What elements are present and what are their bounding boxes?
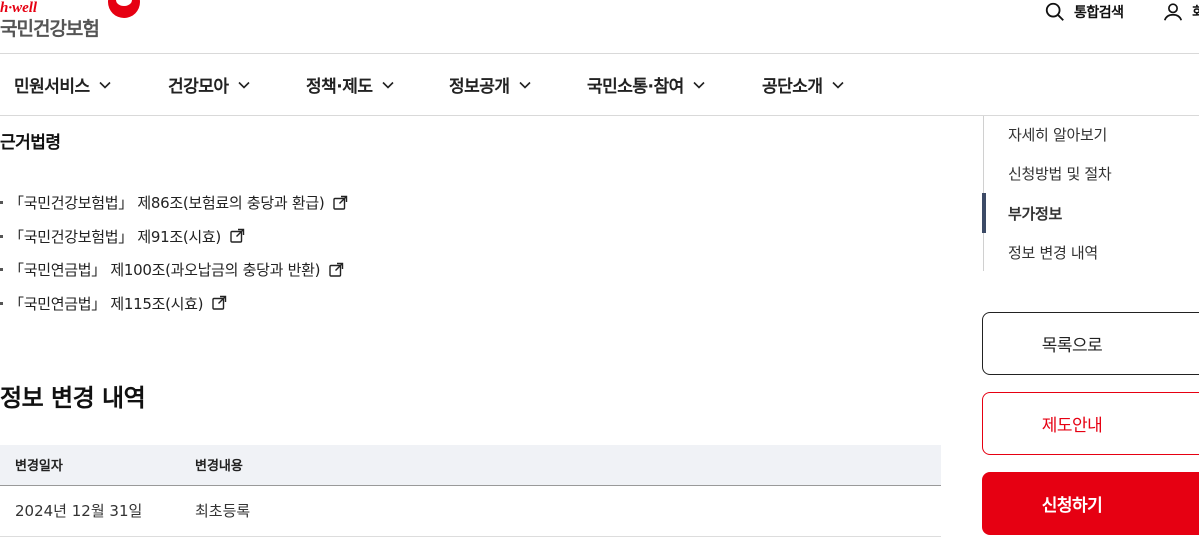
user-icon [1163, 3, 1183, 21]
gnb-label: 국민소통·참여 [587, 77, 684, 97]
external-link-icon [230, 229, 245, 243]
table-header-row: 변경일자 변경내용 [0, 445, 941, 486]
chevron-down-icon [693, 81, 705, 89]
bullet-icon [0, 234, 3, 238]
bullet-icon [0, 301, 3, 305]
chevron-down-icon [237, 81, 250, 89]
side-item-additional-info[interactable]: 부가정보 [1008, 203, 1062, 224]
user-menu-button[interactable]: 회 [1162, 0, 1199, 24]
side-item-change-history[interactable]: 정보 변경 내역 [1008, 242, 1098, 263]
gnb-item-about[interactable]: 공단소개 [762, 72, 845, 97]
cell-change-content: 최초등록 [180, 485, 941, 537]
law-link-text: 「국민연금법」 제100조(과오납금의 충당과 반환) [9, 261, 321, 280]
gnb-label: 민원서비스 [14, 77, 90, 97]
column-header-date: 변경일자 [0, 445, 180, 486]
chevron-down-icon [381, 81, 394, 89]
site-header: h·well 국민건강보험 통합검색 회 [0, 0, 1199, 54]
law-link-text: 「국민건강보험법」 제86조(보험료의 충당과 환급) [9, 194, 325, 213]
cell-change-date: 2024년 12월 31일 [0, 485, 180, 537]
logo-mark-icon [108, 0, 140, 18]
gnb-label: 정책·제도 [306, 77, 373, 97]
column-header-content: 변경내용 [180, 445, 941, 486]
system-guide-button[interactable]: 제도안내 [982, 392, 1199, 455]
law-list: 「국민건강보험법」 제86조(보험료의 충당과 환급) 「국민건강보험법」 제9… [0, 186, 348, 320]
law-link[interactable]: 「국민연금법」 제100조(과오납금의 충당과 반환) [0, 253, 348, 287]
gnb-label: 정보공개 [449, 77, 510, 97]
external-link-icon [212, 296, 227, 310]
history-section-title: 정보 변경 내역 [0, 384, 146, 412]
side-navigation: 자세히 알아보기 신청방법 및 절차 부가정보 정보 변경 내역 [982, 116, 1199, 271]
gnb-label: 건강모아 [168, 77, 229, 97]
bullet-icon [0, 201, 3, 205]
law-link[interactable]: 「국민건강보험법」 제91조(시효) [0, 220, 348, 254]
external-link-icon [333, 195, 348, 210]
chevron-down-icon [518, 81, 531, 89]
search-icon [1045, 2, 1064, 21]
main-navigation: 민원서비스 건강모아 정책·제도 정보공개 국민소통·참여 공단소개 [0, 54, 1199, 116]
search-label: 통합검색 [1074, 5, 1124, 21]
gnb-item-disclosure[interactable]: 정보공개 [449, 72, 532, 97]
laws-section-title: 근거법령 [0, 133, 61, 153]
chevron-down-icon [99, 81, 111, 89]
history-table: 변경일자 변경내용 2024년 12월 31일 최초등록 [0, 445, 941, 537]
user-label: 회 [1192, 5, 1199, 21]
side-item-details[interactable]: 자세히 알아보기 [1008, 124, 1107, 145]
law-link[interactable]: 「국민연금법」 제115조(시효) [0, 287, 348, 321]
apply-button[interactable]: 신청하기 [982, 472, 1199, 535]
bullet-icon [0, 268, 3, 272]
external-link-icon [329, 262, 344, 277]
unified-search-button[interactable]: 통합검색 [1044, 0, 1124, 24]
gnb-item-civil-service[interactable]: 민원서비스 [14, 72, 112, 97]
law-link-text: 「국민건강보험법」 제91조(시효) [9, 227, 221, 246]
active-indicator [982, 193, 986, 233]
law-link-text: 「국민연금법」 제115조(시효) [9, 294, 204, 313]
gnb-label: 공단소개 [762, 77, 823, 97]
law-link[interactable]: 「국민건강보험법」 제86조(보험료의 충당과 환급) [0, 186, 348, 220]
chevron-down-icon [831, 81, 844, 89]
side-item-application[interactable]: 신청방법 및 절차 [1008, 163, 1112, 184]
table-row: 2024년 12월 31일 최초등록 [0, 485, 941, 537]
logo-text: 국민건강보험 [0, 18, 100, 40]
site-logo[interactable]: h·well 국민건강보험 [0, 0, 150, 50]
gnb-item-policy[interactable]: 정책·제도 [306, 72, 395, 97]
gnb-item-health[interactable]: 건강모아 [168, 72, 251, 97]
gnb-item-participation[interactable]: 국민소통·참여 [587, 72, 706, 97]
back-to-list-button[interactable]: 목록으로 [982, 312, 1199, 375]
